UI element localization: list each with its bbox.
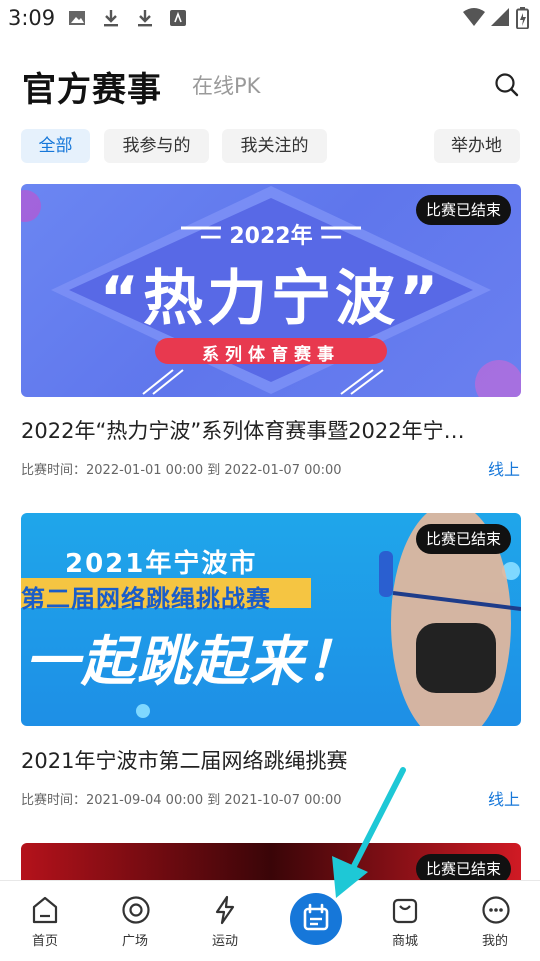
nav-label: 广场 — [121, 934, 148, 949]
banner-ribbon: 系列体育赛事 — [202, 345, 340, 365]
image-notification-icon — [69, 11, 85, 25]
event-banner[interactable]: — 2022年 — “热力宁波” 系列体育赛事 比赛已结束 — [21, 184, 521, 397]
banner-line2: 第二届网络跳绳挑战赛 — [21, 585, 271, 613]
event-time: 比赛时间：2022-01-01 00:00 到 2022-01-07 00:00 — [21, 463, 342, 478]
lightning-icon — [215, 895, 235, 925]
battery-icon — [516, 7, 529, 29]
event-time: 比赛时间：2021-09-04 00:00 到 2021-10-07 00:00 — [21, 793, 342, 808]
filter-all[interactable]: 全部 — [21, 129, 90, 163]
page-title: 官方赛事 — [22, 70, 162, 110]
filter-location[interactable]: 举办地 — [434, 129, 520, 163]
banner-title: “热力宁波” — [99, 264, 443, 334]
download-icon — [138, 10, 152, 27]
shop-bag-icon — [392, 898, 418, 924]
app-notification-icon — [170, 10, 186, 26]
event-title[interactable]: 2022年“热力宁波”系列体育赛事暨2022年宁… — [21, 415, 511, 445]
nav-label: 我的 — [481, 934, 508, 949]
status-bar: 3:09 — [0, 0, 540, 36]
plaza-icon — [122, 896, 150, 924]
download-icon — [104, 10, 118, 27]
signal-icon — [491, 8, 509, 26]
event-mode: 线上 — [487, 460, 520, 479]
event-banner[interactable]: 2021年宁波市 第二届网络跳绳挑战赛 一起跳起来！ 比赛已结束 — [21, 513, 521, 726]
event-title[interactable]: 2021年宁波市第二届网络跳绳挑赛 — [21, 745, 511, 775]
nav-label: 商城 — [391, 934, 418, 949]
event-banner[interactable]: 比赛已结束 — [21, 843, 521, 883]
nav-sport[interactable]: 运动 — [180, 881, 270, 961]
search-icon[interactable] — [492, 70, 522, 100]
home-icon — [32, 896, 58, 924]
tab-online-pk[interactable]: 在线PK — [192, 70, 260, 100]
banner-line1: 2021年宁波市 — [65, 549, 258, 579]
filter-location-label: 举办地 — [451, 136, 502, 156]
nav-label: 首页 — [31, 934, 58, 949]
nav-home[interactable]: 首页 — [0, 881, 90, 961]
calendar-icon — [303, 903, 329, 931]
status-badge: 比赛已结束 — [415, 854, 511, 883]
event-mode: 线上 — [487, 790, 520, 809]
status-badge: 比赛已结束 — [415, 195, 511, 225]
filter-participated[interactable]: 我参与的 — [104, 129, 209, 163]
nav-label: 运动 — [211, 934, 238, 949]
status-time: 3:09 — [8, 6, 56, 30]
nav-profile[interactable]: 我的 — [450, 881, 540, 961]
nav-events-button[interactable] — [290, 893, 342, 945]
wifi-icon — [463, 8, 485, 26]
banner-slogan: 一起跳起来！ — [25, 630, 361, 693]
bottom-nav: 首页 广场 运动 商城 我的 — [0, 880, 540, 961]
nav-shop[interactable]: 商城 — [360, 881, 450, 961]
filter-followed[interactable]: 我关注的 — [222, 129, 327, 163]
status-badge: 比赛已结束 — [415, 524, 511, 554]
nav-plaza[interactable]: 广场 — [90, 881, 180, 961]
profile-face-icon — [482, 896, 510, 924]
